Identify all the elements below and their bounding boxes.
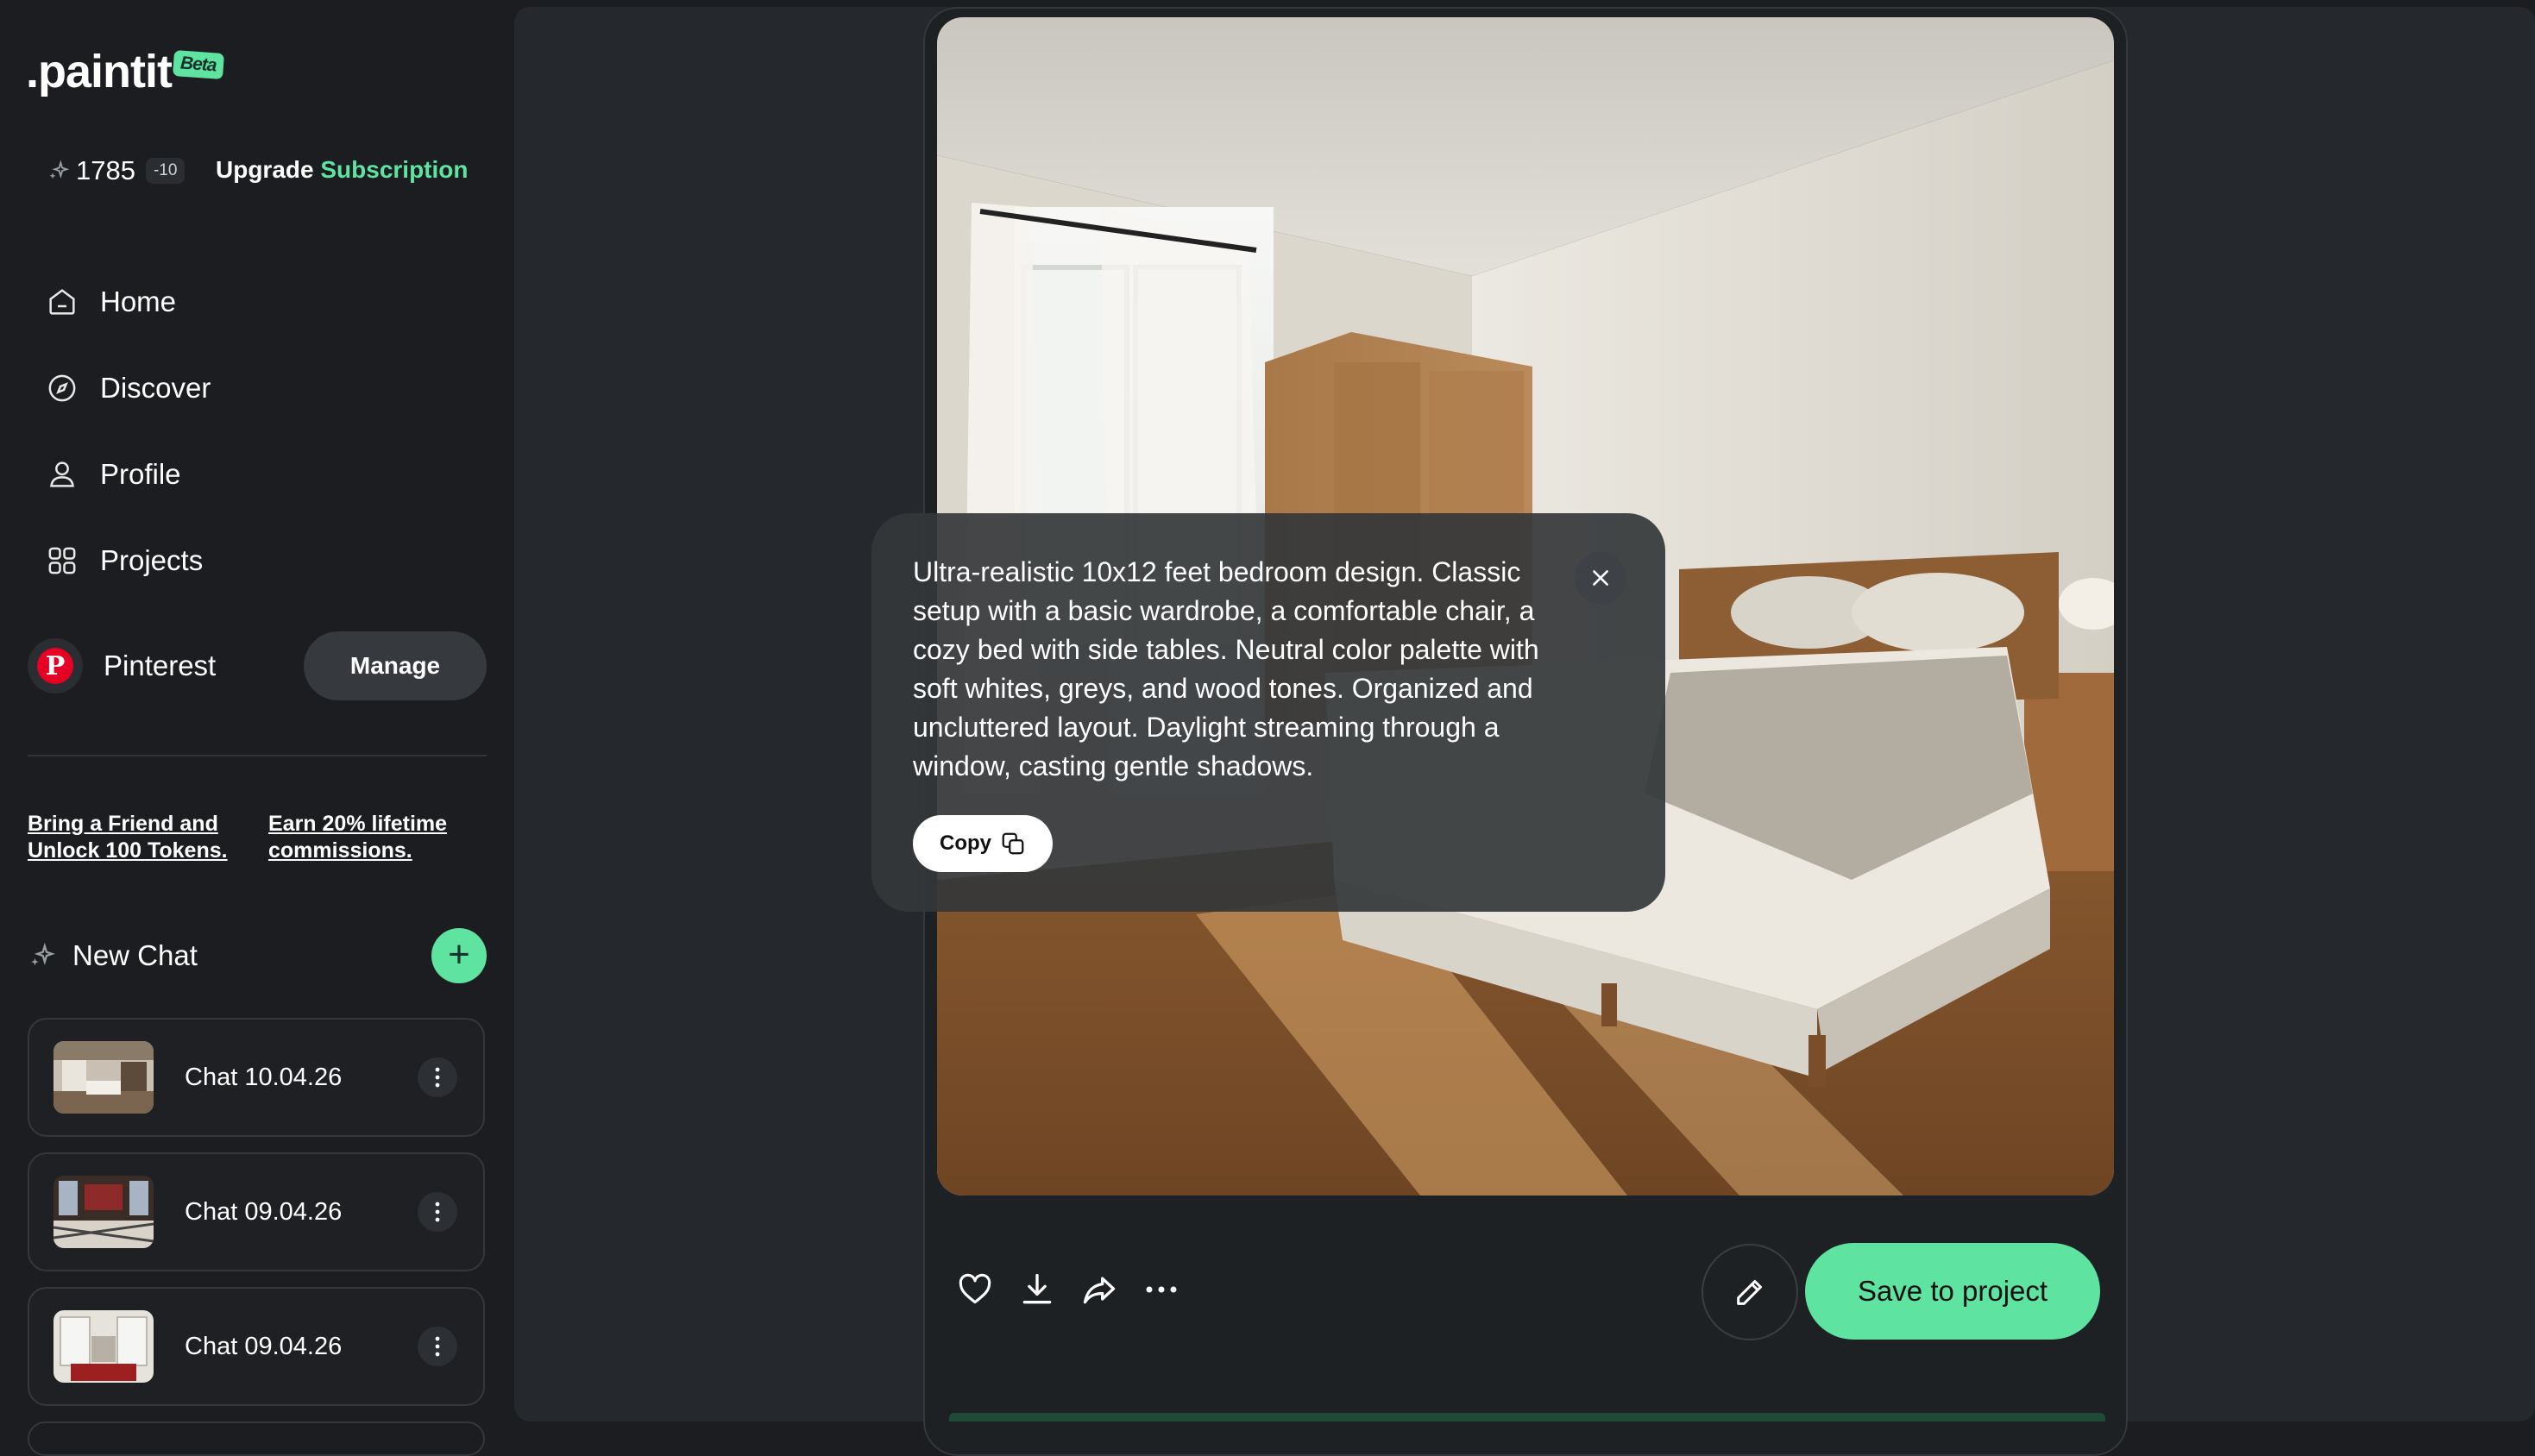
nav-label-projects: Projects [100, 544, 204, 576]
pinterest-connection: P Pinterest Manage [28, 631, 487, 700]
prompt-text: Ultra-realistic 10x12 feet bedroom desig… [913, 556, 1539, 781]
upgrade-prefix: Upgrade [216, 156, 314, 183]
sparkle-icon [49, 160, 70, 179]
chat-list-item[interactable]: Chat 09.04.26 [28, 1287, 485, 1406]
share-button[interactable] [1073, 1264, 1125, 1315]
compass-icon [48, 374, 76, 402]
affiliate-link[interactable]: Earn 20% lifetime commissions. [268, 811, 493, 864]
image-actions [949, 1264, 1198, 1315]
chat-thumbnail [53, 1041, 154, 1114]
referral-link[interactable]: Bring a Friend and Unlock 100 Tokens. [28, 811, 243, 864]
manage-pinterest-button[interactable]: Manage [304, 631, 487, 700]
edit-image-button[interactable] [1702, 1244, 1798, 1340]
close-prompt-button[interactable] [1575, 552, 1626, 604]
chat-options-button[interactable] [418, 1192, 457, 1232]
nav-label-home: Home [100, 286, 177, 317]
pencil-icon [1737, 1280, 1762, 1305]
brand-name: .paintit [26, 46, 173, 97]
chat-options-button[interactable] [418, 1327, 457, 1366]
sidebar-divider [28, 755, 487, 756]
token-count: 1785 [76, 155, 135, 185]
beta-badge: Beta [173, 50, 224, 79]
nav-label-discover: Discover [100, 372, 211, 404]
nav-label-profile: Profile [100, 458, 181, 490]
home-icon [49, 289, 75, 315]
chat-title: Chat 10.04.26 [185, 1063, 343, 1091]
chat-thumbnail [53, 1176, 154, 1248]
like-button[interactable] [949, 1264, 1001, 1315]
nav-item-profile[interactable]: Profile [45, 431, 211, 518]
grid-icon [48, 547, 76, 574]
more-horizontal-icon [1146, 1286, 1177, 1293]
new-chat-row[interactable]: New Chat + [28, 928, 487, 983]
nav-item-discover[interactable]: Discover [45, 345, 211, 431]
token-balance: 1785 -10 [47, 155, 186, 186]
upgrade-accent: Subscription [320, 156, 469, 183]
more-vertical-icon [435, 1067, 440, 1088]
share-icon [1083, 1277, 1116, 1304]
copy-prompt-button[interactable]: Copy [913, 815, 1053, 872]
more-vertical-icon [435, 1202, 440, 1222]
chat-title: Chat 09.04.26 [185, 1197, 343, 1226]
user-icon [50, 461, 74, 487]
more-options-button[interactable] [1135, 1264, 1187, 1315]
main-nav: Home Discover Profile Projects [45, 259, 211, 604]
nav-item-home[interactable]: Home [45, 259, 211, 345]
chat-title: Chat 09.04.26 [185, 1332, 343, 1360]
more-vertical-icon [435, 1336, 440, 1357]
copy-label: Copy [940, 832, 991, 855]
chat-list-item[interactable]: Chat 09.04.26 [28, 1152, 485, 1271]
chat-history-list: Chat 10.04.26 Chat 09.04.26 Chat 09.04.2… [28, 1018, 485, 1421]
sidebar: .paintit Beta 1785 -10 Upgrade Subscript… [0, 0, 514, 1456]
prompt-popover: Ultra-realistic 10x12 feet bedroom desig… [871, 513, 1665, 912]
sparkle-icon [31, 942, 55, 966]
nav-item-projects[interactable]: Projects [45, 518, 211, 604]
paintit-logo[interactable]: .paintit Beta [26, 45, 224, 98]
close-icon [1593, 570, 1608, 586]
next-card-edge [949, 1413, 2105, 1421]
download-button[interactable] [1011, 1264, 1063, 1315]
pinterest-icon: P [28, 638, 83, 693]
token-delta-badge: -10 [145, 158, 186, 184]
save-to-project-button[interactable]: Save to project [1805, 1243, 2100, 1340]
upgrade-subscription-link[interactable]: Upgrade Subscription [216, 156, 468, 184]
chat-list-item-partial[interactable] [28, 1421, 485, 1456]
chat-thumbnail [53, 1310, 154, 1383]
download-icon [1022, 1273, 1052, 1304]
chat-options-button[interactable] [418, 1057, 457, 1097]
new-chat-label: New Chat [72, 939, 198, 971]
pinterest-label: Pinterest [104, 650, 217, 681]
copy-icon [1002, 832, 1024, 855]
heart-icon [959, 1273, 991, 1304]
chat-list-item[interactable]: Chat 10.04.26 [28, 1018, 485, 1137]
new-chat-button[interactable]: + [431, 928, 487, 983]
